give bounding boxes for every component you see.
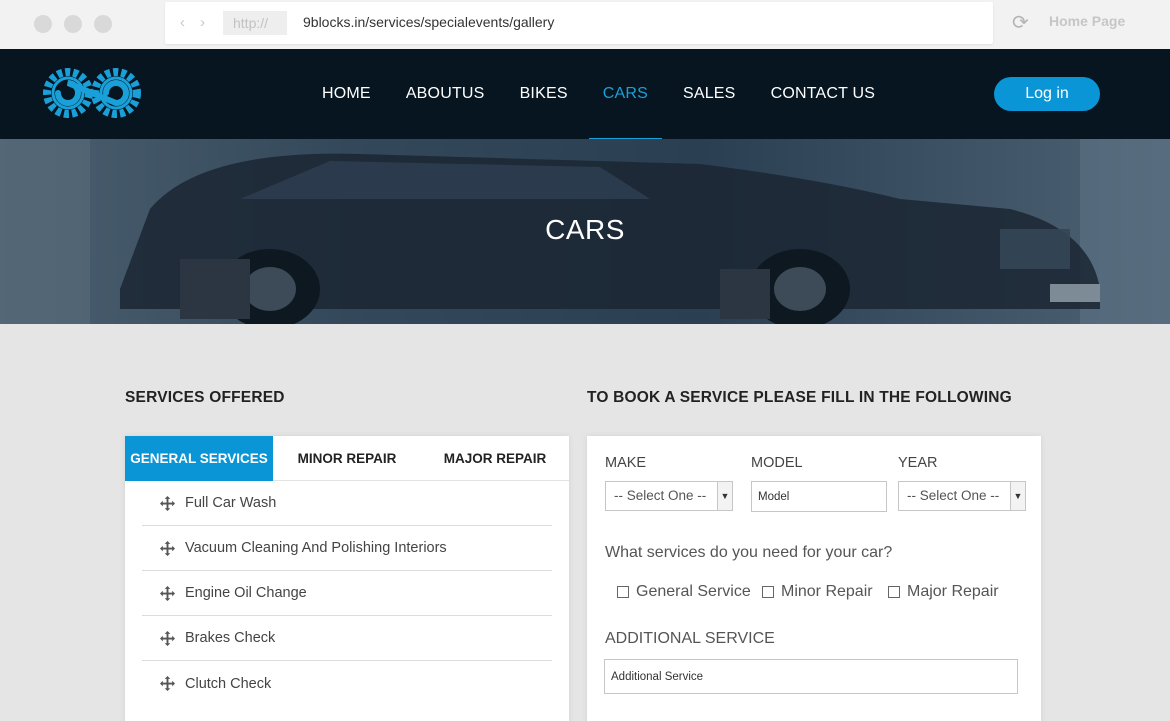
year-select-value: -- Select One -- [907,488,1000,503]
site-header: HOME ABOUTUS BIKES CARS SALES CONTACT US… [0,49,1170,139]
forward-arrow-icon[interactable]: › [200,14,205,31]
window-close-dot[interactable] [34,15,52,33]
brand-logo-icon[interactable] [40,61,144,125]
make-label: MAKE [605,455,647,471]
tab-minor-repair[interactable]: MINOR REPAIR [273,436,421,481]
window-minimize-dot[interactable] [64,15,82,33]
list-item: Clutch Check [142,661,552,706]
booking-form: MAKE MODEL YEAR -- Select One -- ▼ -- Se… [587,436,1041,721]
nav-contact-us[interactable]: CONTACT US [771,85,876,105]
move-arrows-icon [160,630,175,646]
reload-icon[interactable]: ⟳ [1012,10,1029,35]
booking-heading: TO BOOK A SERVICE PLEASE FILL IN THE FOL… [587,389,1012,406]
service-label: Full Car Wash [185,495,277,511]
services-list: Full Car Wash Vacuum Cleaning And Polish… [125,481,569,706]
general-service-checkbox[interactable]: General Service [617,583,751,601]
service-label: Brakes Check [185,630,276,646]
general-service-label: General Service [636,583,751,600]
model-input[interactable] [751,481,887,512]
services-question: What services do you need for your car? [605,544,893,561]
url-protocol: http:// [223,11,287,35]
make-select-value: -- Select One -- [614,488,707,503]
nav-aboutus[interactable]: ABOUTUS [406,85,485,105]
year-label: YEAR [898,455,938,471]
minor-repair-checkbox[interactable]: Minor Repair [762,583,873,601]
services-card: GENERAL SERVICES MINOR REPAIR MAJOR REPA… [125,436,569,721]
list-item: Vacuum Cleaning And Polishing Interiors [142,526,552,571]
back-arrow-icon[interactable]: ‹ [180,14,185,31]
major-repair-checkbox[interactable]: Major Repair [888,583,999,601]
chevron-down-icon: ▼ [1010,482,1025,510]
home-page-link[interactable]: Home Page [1049,13,1125,29]
checkbox-icon[interactable] [617,586,629,598]
service-label: Vacuum Cleaning And Polishing Interiors [185,540,447,556]
nav-sales[interactable]: SALES [683,85,736,105]
login-button[interactable]: Log in [994,77,1100,111]
tab-major-repair[interactable]: MAJOR REPAIR [421,436,569,481]
main-nav: HOME ABOUTUS BIKES CARS SALES CONTACT US [322,85,910,139]
services-heading: SERVICES OFFERED [125,389,285,406]
services-tabs: GENERAL SERVICES MINOR REPAIR MAJOR REPA… [125,436,569,481]
checkbox-icon[interactable] [762,586,774,598]
move-arrows-icon [160,676,175,691]
move-arrows-icon [160,495,175,511]
address-bar[interactable]: ‹ › http:// 9blocks.in/services/speciale… [165,2,993,44]
page-title: CARS [545,214,625,245]
additional-service-input[interactable] [604,659,1018,694]
nav-bikes[interactable]: BIKES [520,85,568,105]
additional-service-label: ADDITIONAL SERVICE [605,630,775,647]
nav-cars[interactable]: CARS [588,85,663,139]
move-arrows-icon [160,540,175,556]
year-select[interactable]: -- Select One -- ▼ [898,481,1026,511]
url-text[interactable]: 9blocks.in/services/specialevents/galler… [303,14,554,30]
service-label: Clutch Check [185,675,272,692]
make-select[interactable]: -- Select One -- ▼ [605,481,733,511]
nav-home[interactable]: HOME [322,85,371,105]
browser-chrome: ‹ › http:// 9blocks.in/services/speciale… [0,0,1170,49]
hero-banner: CARS [0,139,1170,324]
tab-general-services[interactable]: GENERAL SERVICES [125,436,273,481]
model-label: MODEL [751,455,803,471]
chevron-down-icon: ▼ [717,482,732,510]
list-item: Brakes Check [142,616,552,661]
move-arrows-icon [160,585,175,601]
major-repair-label: Major Repair [907,583,999,600]
window-maximize-dot[interactable] [94,15,112,33]
minor-repair-label: Minor Repair [781,583,873,600]
list-item: Full Car Wash [142,481,552,526]
service-label: Engine Oil Change [185,585,307,601]
list-item: Engine Oil Change [142,571,552,616]
checkbox-icon[interactable] [888,586,900,598]
